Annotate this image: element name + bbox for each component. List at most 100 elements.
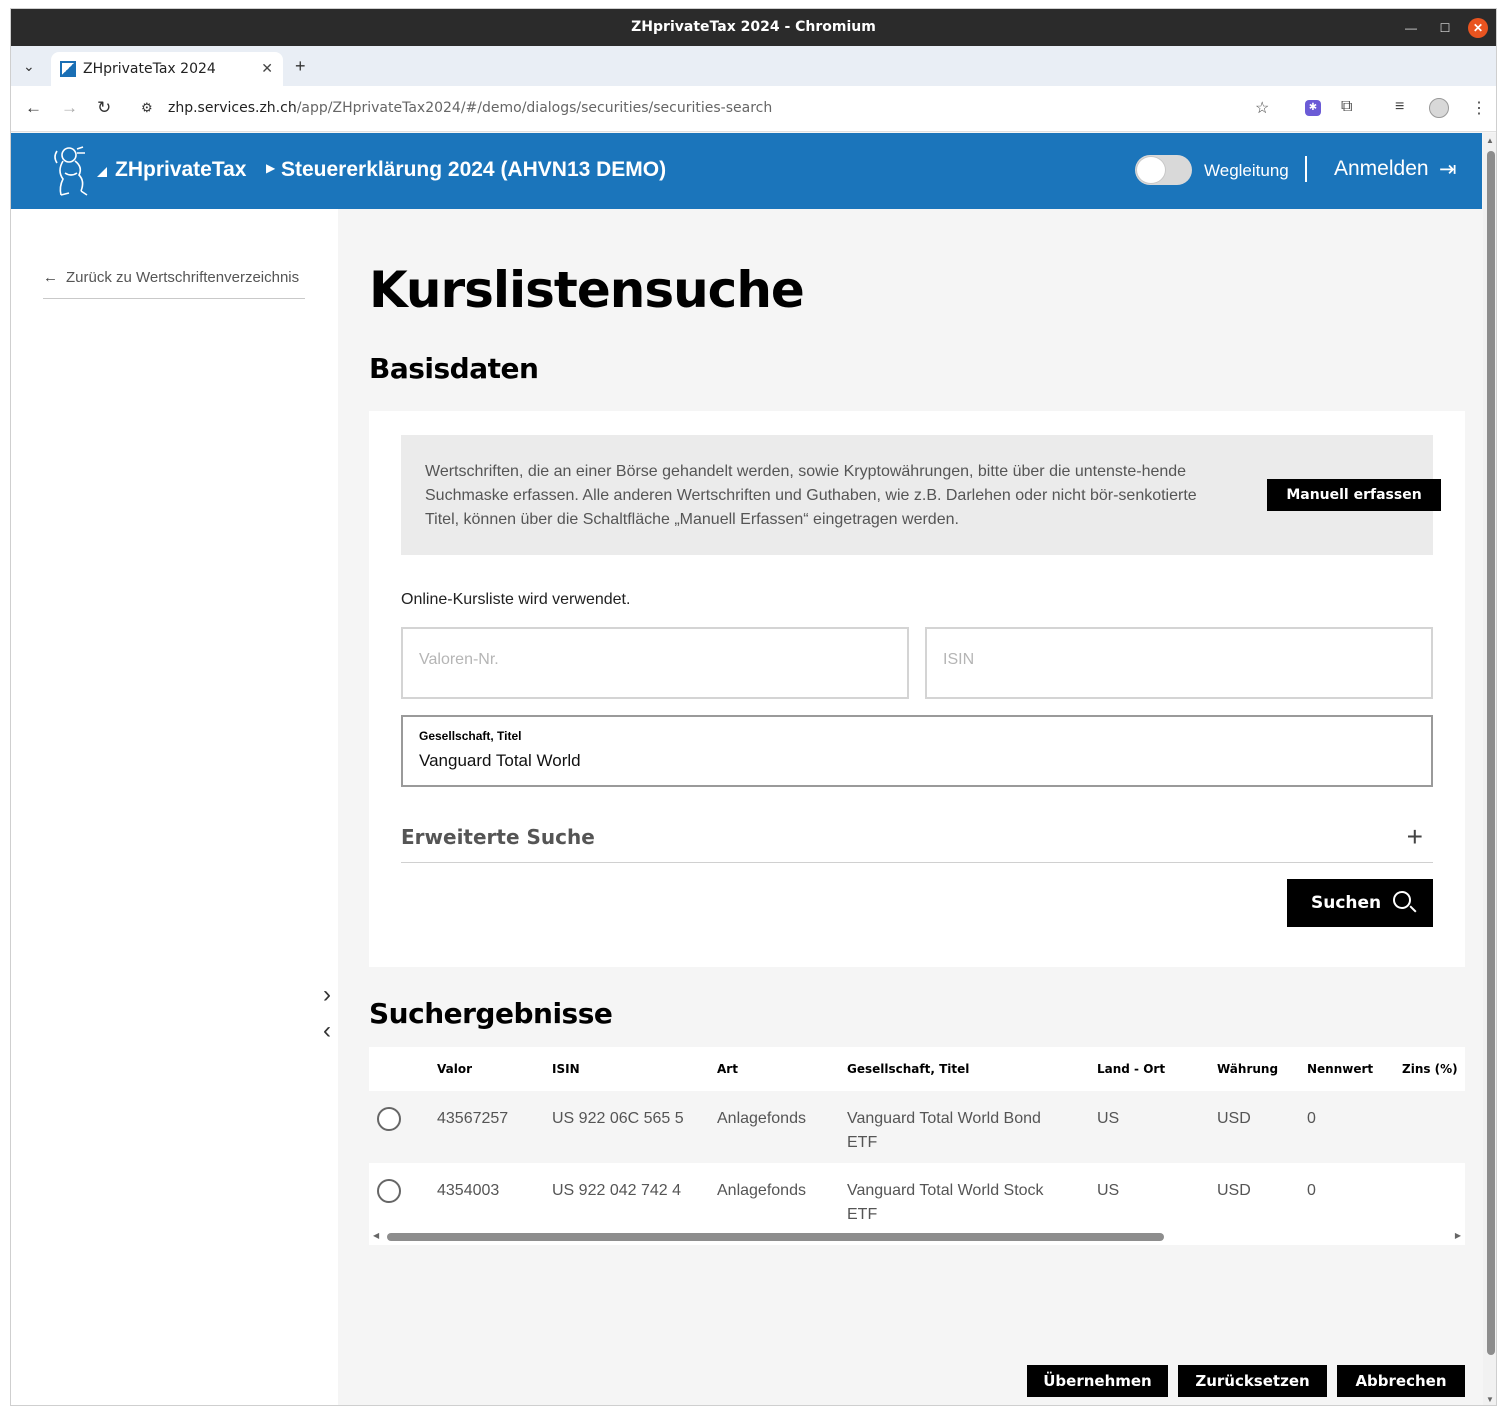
site-info-icon[interactable]: ⚙	[141, 100, 153, 116]
tab-list-chevron-icon[interactable]: ⌄	[23, 58, 35, 75]
forward-arrow-icon[interactable]: →	[61, 98, 78, 118]
table-horizontal-scrollbar[interactable]: ◀ ▶	[369, 1229, 1465, 1245]
apply-button[interactable]: Übernehmen	[1027, 1365, 1168, 1397]
advanced-search-label: Erweiterte Suche	[401, 825, 595, 849]
cancel-button[interactable]: Abbrechen	[1337, 1365, 1465, 1397]
valor-input[interactable]	[419, 651, 873, 669]
expand-plus-icon[interactable]: +	[1407, 821, 1423, 853]
sidebar: ← Zurück zu Wertschriftenverzeichnis › ‹	[11, 209, 338, 1405]
bookmark-star-icon[interactable]: ☆	[1255, 98, 1269, 118]
breadcrumb[interactable]: Steuererklärung 2024 (AHVN13 DEMO)	[281, 158, 666, 182]
search-button-label: Suchen	[1311, 893, 1382, 913]
col-currency[interactable]: Währung	[1217, 1062, 1278, 1076]
col-interest[interactable]: Zins (%)	[1402, 1062, 1458, 1076]
extensions-puzzle-icon[interactable]: ⧉	[1341, 98, 1352, 116]
manual-entry-button[interactable]: Manuell erfassen	[1267, 479, 1441, 511]
isin-input[interactable]	[943, 651, 1397, 669]
title-bar: ZHprivateTax 2024 - Chromium — ☐ ✕	[11, 9, 1496, 46]
reload-icon[interactable]: ↻	[97, 98, 111, 118]
url-path: /app/ZHprivateTax2024/#/demo/dialogs/sec…	[296, 100, 773, 116]
isin-field[interactable]	[925, 627, 1433, 699]
main-content: Kurslistensuche Basisdaten Wertschriften…	[338, 209, 1482, 1405]
results-table: Valor ISIN Art Gesellschaft, Titel Land …	[369, 1047, 1465, 1249]
search-button[interactable]: Suchen	[1287, 879, 1433, 927]
wegleitung-label[interactable]: Wegleitung	[1204, 161, 1289, 181]
cell-company: Vanguard Total World Stock ETF	[847, 1179, 1044, 1227]
cell-currency: USD	[1217, 1182, 1251, 1199]
cell-country: US	[1097, 1110, 1120, 1127]
cell-isin: US 922 042 742 4	[552, 1182, 681, 1199]
close-window-icon[interactable]: ✕	[1468, 18, 1488, 38]
sidebar-toggle[interactable]: › ‹	[323, 977, 331, 1049]
scrollbar-thumb[interactable]	[1487, 151, 1495, 1355]
brand-corner-icon	[97, 167, 107, 177]
scroll-left-icon[interactable]: ◀	[373, 1231, 379, 1240]
address-bar[interactable]: zhp.services.zh.ch/app/ZHprivateTax2024/…	[168, 100, 772, 116]
site-favicon-icon	[60, 61, 76, 77]
col-country[interactable]: Land - Ort	[1097, 1062, 1165, 1076]
cell-art: Anlagefonds	[717, 1182, 806, 1199]
media-control-icon[interactable]: ≡	[1395, 98, 1404, 116]
table-row[interactable]: 43567257 US 922 06C 565 5 Anlagefonds Va…	[369, 1091, 1465, 1163]
cell-company: Vanguard Total World Bond ETF	[847, 1107, 1041, 1155]
browser-menu-icon[interactable]: ⋮	[1471, 98, 1487, 118]
browser-tab[interactable]: ZHprivateTax 2024 ✕	[51, 52, 283, 86]
browser-toolbar: ← → ↻ ⚙ zhp.services.zh.ch/app/ZHprivate…	[11, 86, 1496, 132]
page-vertical-scrollbar[interactable]: ▲ ▼	[1483, 133, 1496, 1405]
scroll-right-icon[interactable]: ▶	[1455, 1231, 1461, 1240]
login-link[interactable]: Anmelden	[1334, 157, 1429, 181]
minimize-icon[interactable]: —	[1401, 18, 1421, 38]
profile-avatar-icon[interactable]	[1429, 98, 1449, 118]
col-company[interactable]: Gesellschaft, Titel	[847, 1062, 969, 1076]
kursliste-note: Online-Kursliste wird verwendet.	[401, 591, 631, 608]
col-isin[interactable]: ISIN	[552, 1062, 580, 1076]
cell-company-line1: Vanguard Total World Bond	[847, 1110, 1041, 1127]
browser-window: ZHprivateTax 2024 - Chromium — ☐ ✕ ⌄ ZHp…	[10, 8, 1497, 1406]
cell-valor: 4354003	[437, 1182, 500, 1199]
brand-name[interactable]: ZHprivateTax	[115, 158, 247, 182]
cell-art: Anlagefonds	[717, 1110, 806, 1127]
cell-company-line2: ETF	[847, 1206, 878, 1223]
page-title: Kurslistensuche	[369, 261, 805, 319]
cell-currency: USD	[1217, 1110, 1251, 1127]
new-tab-icon[interactable]: +	[295, 56, 306, 77]
tab-close-icon[interactable]: ✕	[261, 60, 273, 77]
col-valor[interactable]: Valor	[437, 1062, 472, 1076]
app-header: ZHprivateTax ▶ Steuererklärung 2024 (AHV…	[11, 133, 1482, 209]
col-art[interactable]: Art	[717, 1062, 738, 1076]
back-to-securities-link[interactable]: ← Zurück zu Wertschriftenverzeichnis	[43, 269, 305, 299]
tab-title: ZHprivateTax 2024	[83, 61, 216, 77]
results-header-row: Valor ISIN Art Gesellschaft, Titel Land …	[369, 1047, 1465, 1091]
col-nominal[interactable]: Nennwert	[1307, 1062, 1373, 1076]
advanced-search-accordion[interactable]: Erweiterte Suche +	[401, 815, 1433, 863]
cell-company-line2: ETF	[847, 1134, 878, 1151]
maximize-icon[interactable]: ☐	[1435, 18, 1455, 38]
scroll-down-icon[interactable]: ▼	[1486, 1395, 1494, 1404]
wegleitung-toggle[interactable]	[1135, 155, 1192, 185]
valor-field[interactable]	[401, 627, 909, 699]
scroll-up-icon[interactable]: ▲	[1486, 136, 1494, 145]
row-select-radio[interactable]	[377, 1179, 401, 1203]
company-input[interactable]: Vanguard Total World	[419, 751, 581, 771]
company-field[interactable]: Gesellschaft, Titel Vanguard Total World	[401, 715, 1433, 787]
window-title: ZHprivateTax 2024 - Chromium	[631, 19, 876, 35]
cell-nominal: 0	[1307, 1110, 1316, 1127]
table-row[interactable]: 4354003 US 922 042 742 4 Anlagefonds Van…	[369, 1163, 1465, 1229]
cell-valor: 43567257	[437, 1110, 509, 1127]
scrollbar-thumb[interactable]	[387, 1233, 1164, 1241]
back-link-label: Zurück zu Wertschriftenverzeichnis	[66, 269, 300, 286]
row-select-radio[interactable]	[377, 1107, 401, 1131]
back-arrow-icon[interactable]: ←	[25, 98, 42, 118]
results-heading: Suchergebnisse	[369, 997, 613, 1030]
breadcrumb-chevron-icon: ▶	[266, 161, 276, 175]
cell-isin: US 922 06C 565 5	[552, 1110, 684, 1127]
extension-icon[interactable]: ✱	[1305, 100, 1321, 116]
chevron-left-icon[interactable]: ‹	[323, 1013, 331, 1049]
zurich-lion-logo-icon[interactable]	[49, 143, 93, 199]
reset-button[interactable]: Zurücksetzen	[1178, 1365, 1327, 1397]
chevron-right-icon[interactable]: ›	[323, 977, 331, 1013]
search-icon	[1393, 891, 1411, 909]
info-text: Wertschriften, die an einer Börse gehand…	[425, 463, 1197, 528]
login-arrow-icon[interactable]: ⇥	[1439, 157, 1457, 182]
back-arrow-icon: ←	[43, 269, 58, 286]
